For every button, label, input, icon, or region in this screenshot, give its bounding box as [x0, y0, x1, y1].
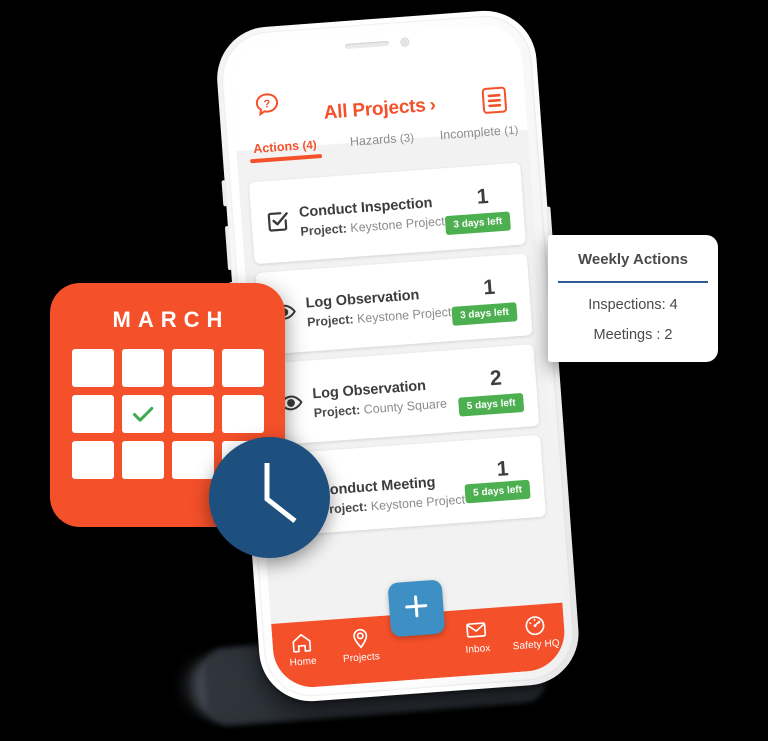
- nav-item-safety-hq-label: Safety HQ: [512, 637, 561, 653]
- tab-actions-label: Actions: [252, 138, 300, 157]
- calendar-cell: [122, 349, 164, 387]
- table-row[interactable]: Log Observation Project: Keystone Projec…: [255, 253, 533, 355]
- weekly-actions-panel: Weekly Actions Inspections: 4 Meetings :…: [548, 235, 718, 362]
- weekly-actions-row-meetings: Meetings : 2: [593, 327, 673, 343]
- calendar-cell: [72, 395, 114, 433]
- calendar-cell: [72, 441, 114, 479]
- clock-graphic: [209, 437, 330, 558]
- envelope-icon: [465, 618, 489, 642]
- calendar-cell: [222, 349, 264, 387]
- weekly-actions-title: Weekly Actions: [577, 251, 689, 268]
- calendar-month-label: MARCH: [112, 307, 230, 332]
- row-count: 2: [489, 366, 503, 391]
- nav-item-safety-hq[interactable]: Safety HQ: [504, 603, 566, 653]
- table-row[interactable]: Log Observation Project: County Square 2…: [262, 344, 540, 446]
- add-button[interactable]: [387, 579, 446, 638]
- phone-front-camera: [400, 37, 410, 47]
- page-title-text: All Projects: [322, 95, 427, 124]
- nav-item-inbox[interactable]: Inbox: [446, 607, 508, 657]
- tab-incomplete-count: (1): [503, 124, 519, 138]
- checkbox-checked-icon: [265, 209, 291, 235]
- calendar-cell: [172, 441, 214, 479]
- calendar-cell: [72, 349, 114, 387]
- map-pin-icon: [348, 627, 372, 651]
- row-count: 1: [495, 457, 510, 482]
- tab-hazards-label: Hazards: [349, 131, 397, 149]
- row-project-name: Keystone Project: [370, 492, 466, 514]
- nav-item-projects[interactable]: Projects: [329, 615, 391, 665]
- document-list-icon[interactable]: [480, 85, 508, 115]
- green-check-icon: [131, 402, 155, 426]
- home-icon: [290, 631, 314, 655]
- nav-item-home-label: Home: [289, 655, 318, 669]
- row-project-name: County Square: [363, 396, 448, 417]
- tab-incomplete-label: Incomplete: [439, 123, 502, 143]
- row-project-name: Keystone Project: [349, 214, 446, 236]
- table-row[interactable]: Conduct Inspection Project: Keystone Pro…: [248, 162, 527, 265]
- phone-earpiece: [344, 40, 390, 50]
- row-project-label: Project:: [306, 312, 355, 330]
- calendar-cell: [172, 395, 214, 433]
- status-badge: 5 days left: [458, 392, 525, 417]
- phone-camera-lens: [402, 39, 408, 45]
- row-project-label: Project:: [299, 221, 348, 239]
- status-badge: 3 days left: [444, 211, 511, 236]
- calendar-cell: [122, 441, 164, 479]
- nav-item-home[interactable]: Home: [271, 620, 333, 670]
- calendar-cell: [222, 395, 264, 433]
- row-project-label: Project:: [313, 402, 361, 421]
- weekly-actions-divider: [558, 281, 708, 283]
- nav-item-projects-label: Projects: [342, 651, 381, 665]
- calendar-cell: [172, 349, 214, 387]
- screenshot-stage: ? All Projects › Actions (4) Hazards (3)…: [0, 0, 768, 741]
- plus-icon: [401, 591, 431, 626]
- status-badge: 5 days left: [464, 479, 531, 504]
- tab-hazards-count: (3): [399, 132, 415, 146]
- tab-actions-count: (4): [302, 139, 318, 153]
- status-badge: 3 days left: [451, 302, 518, 326]
- row-project-name: Keystone Project: [356, 304, 452, 326]
- weekly-actions-row-inspections: Inspections: 4: [588, 297, 678, 313]
- calendar-cell-checked: [122, 395, 164, 433]
- nav-item-inbox-label: Inbox: [465, 643, 491, 656]
- chevron-right-icon: ›: [428, 94, 437, 116]
- row-count: 1: [482, 275, 496, 300]
- row-count: 1: [475, 184, 490, 209]
- gauge-icon: [523, 614, 547, 638]
